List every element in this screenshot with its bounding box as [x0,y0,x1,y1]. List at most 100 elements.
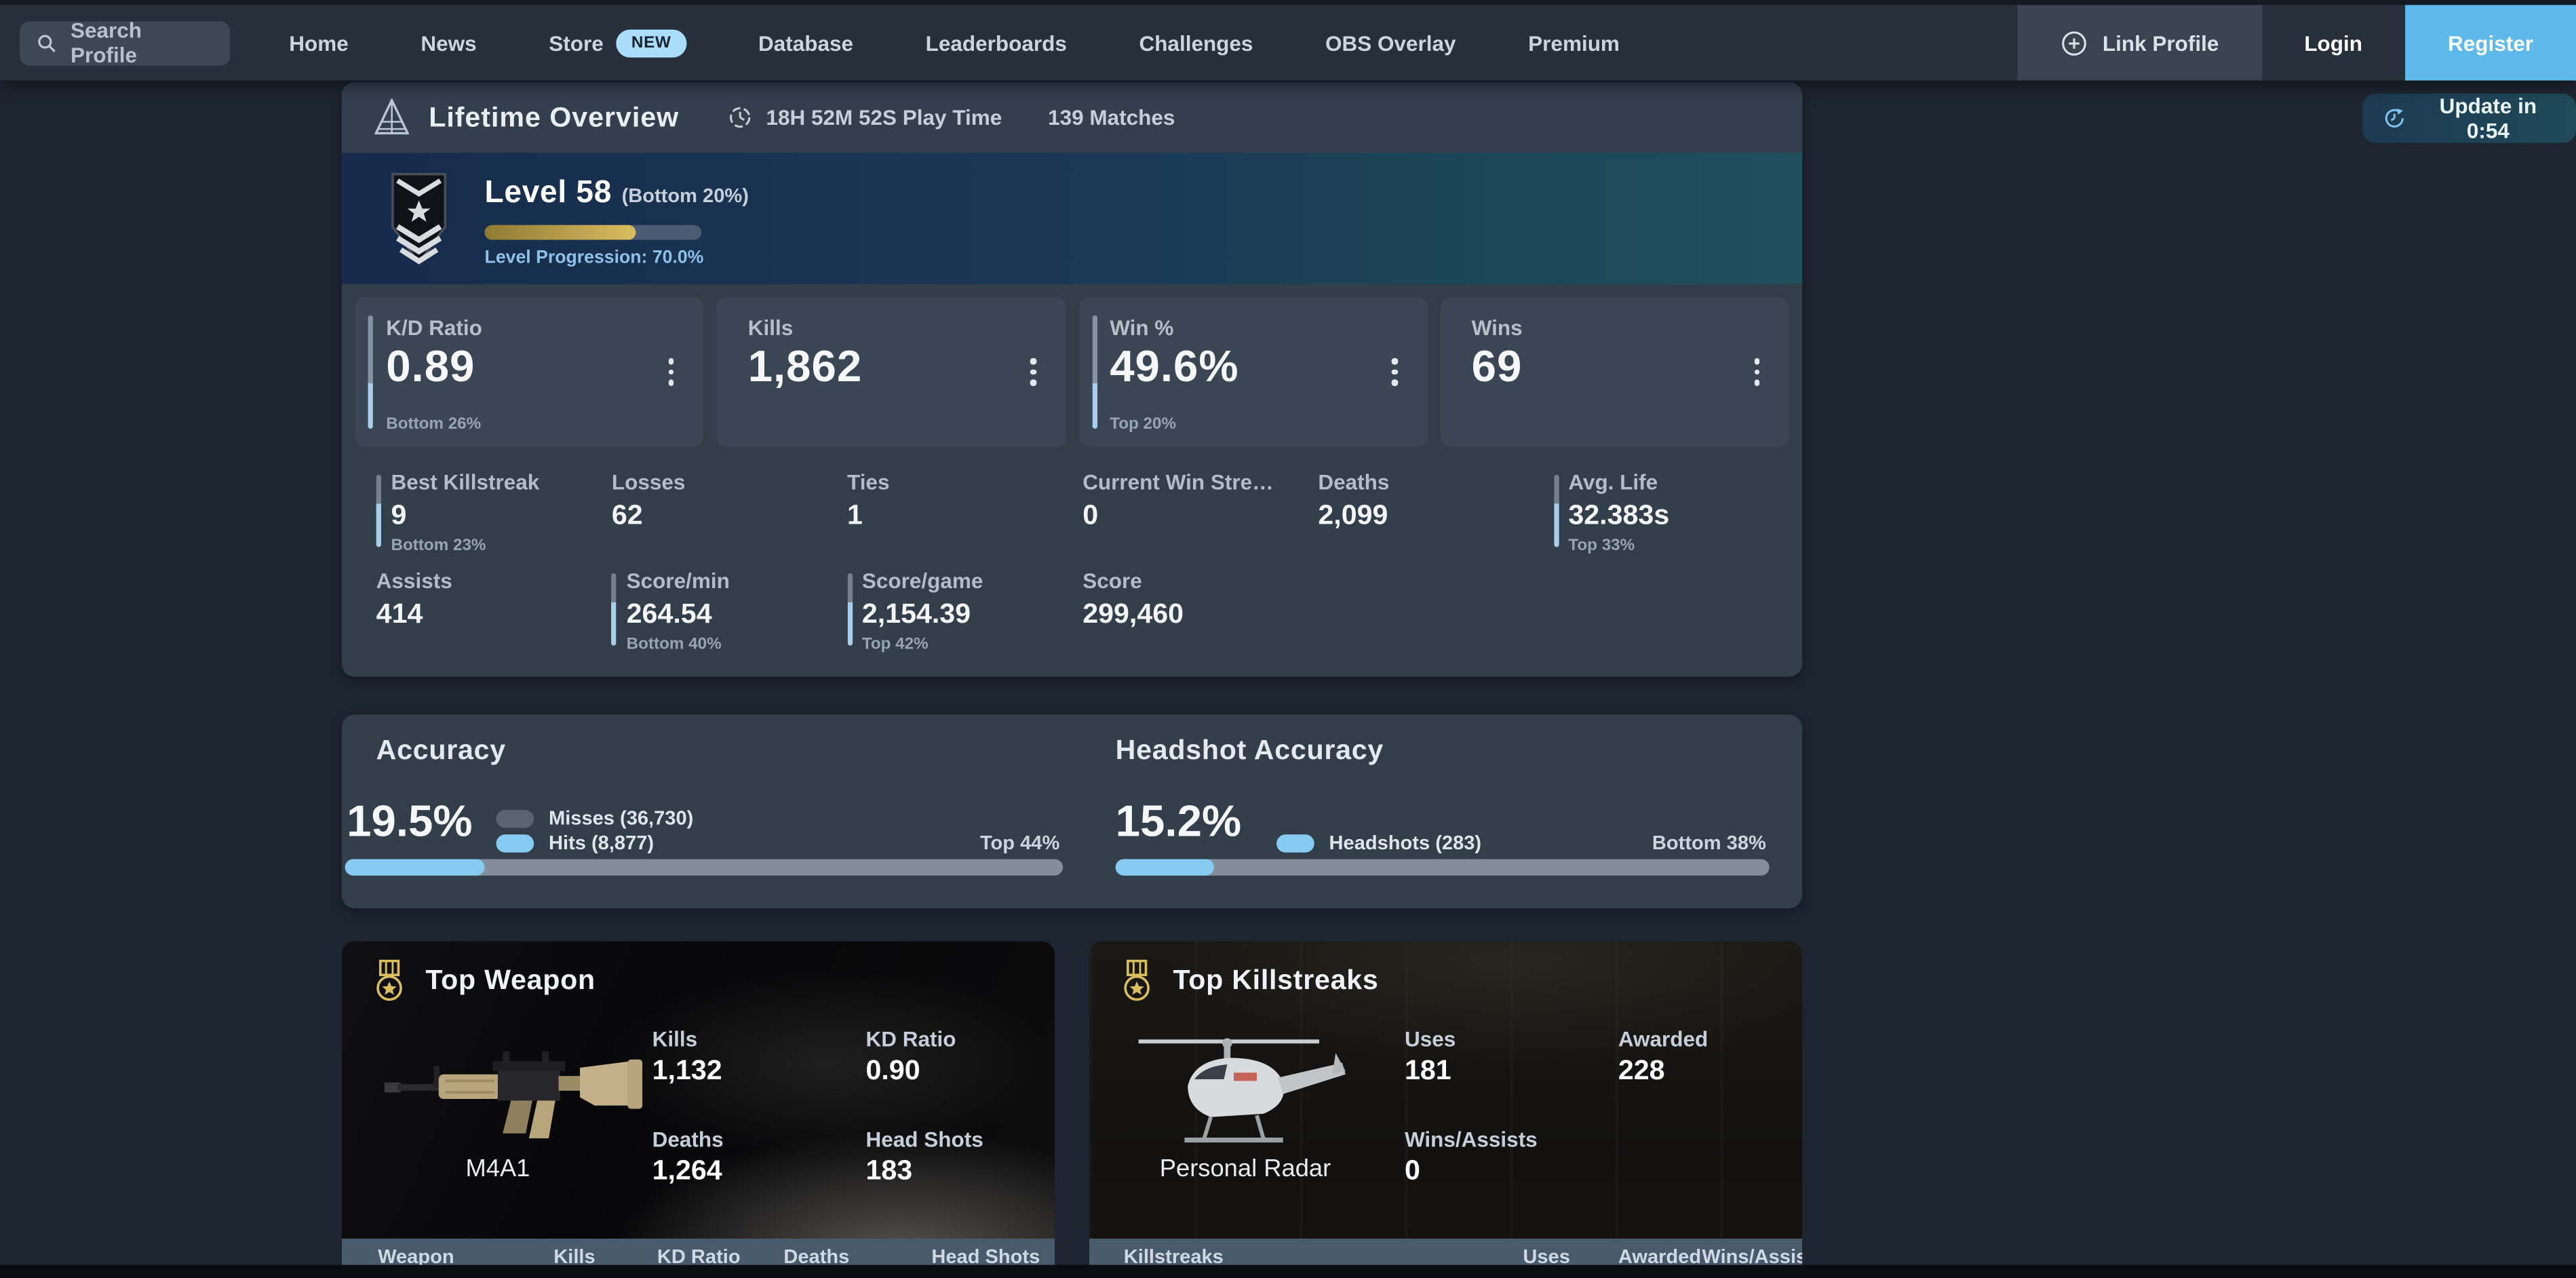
nav-item-obs-overlay[interactable]: OBS Overlay [1325,31,1456,55]
matches-label: 139 Matches [1048,105,1175,130]
top-navbar: Search Profile Home News Store NEW Datab… [0,5,2576,80]
link-profile-label: Link Profile [2103,31,2219,55]
headshot-bar-fill [1116,859,1215,875]
stat-value: 0.89 [386,340,680,393]
card-menu-button[interactable] [1023,351,1042,391]
nav-item-premium[interactable]: Premium [1528,31,1620,55]
stat-value: 62 [612,499,847,532]
stat-value: 183 [865,1155,1055,1187]
top-cards-row: Top Weapon [342,942,1802,1278]
level-banner: Level 58(Bottom 20%) Level Progression: … [342,153,1802,284]
card-menu-button[interactable] [662,351,681,391]
misses-legend-swatch [496,809,534,828]
top-killstreaks-title: Top Killstreaks [1173,964,1378,996]
stat-card-win-pct: Win % 49.6% Top 20% [1078,297,1427,446]
play-time: 18H 52M 52S Play Time [728,105,1002,130]
accuracy-title: Accuracy [376,734,506,767]
nav-label: Database [758,31,853,55]
play-time-label: 18H 52M 52S Play Time [766,105,1002,130]
stat-label: Wins [1472,315,1766,340]
page-title: Lifetime Overview [429,101,679,134]
login-label: Login [2304,31,2362,55]
legend-headshots: Headshots (283) [1276,831,1481,854]
nav-label: Leaderboards [926,31,1067,55]
percentile-accent-bar [368,315,373,429]
card-menu-button[interactable] [1386,351,1405,391]
weapon-stat-deaths: Deaths 1,264 [652,1127,866,1188]
stat-best-killstreak: Best Killstreak 9 Bottom 23% [376,470,612,562]
register-label: Register [2448,31,2533,55]
killstreak-personal-radar-image [1125,1024,1371,1168]
legend-label: Headshots (283) [1329,831,1482,854]
nav-left-group: Search Profile Home News Store NEW Datab… [0,5,1620,80]
new-badge: NEW [617,28,686,56]
stat-value: 9 [391,499,611,532]
legend-label: Misses (36,730) [549,807,693,830]
headshot-accuracy-section: Headshot Accuracy 15.2% Headshots (283) … [1116,714,1770,908]
nav-label: Home [289,31,349,55]
stat-label: KD Ratio [865,1027,1055,1051]
top-weapon-stats: Kills 1,132 KD Ratio 0.90 Deaths 1,264 H… [652,1027,1055,1188]
accuracy-bar-track [345,859,1063,875]
stat-label: Ties [847,470,1082,495]
medal-icon [1119,959,1155,1002]
stat-label: Avg. Life [1568,470,1789,495]
stat-label: Win % [1110,315,1404,340]
accuracy-panel: Accuracy 19.5% Misses (36,730) Hits (8,8… [342,714,1802,908]
nav-label: Premium [1528,31,1620,55]
stat-score: Score 299,460 [1082,568,1318,661]
lifetime-stats-body: K/D Ratio 0.89 Bottom 26% Kills 1,862 Wi… [342,284,1802,677]
stat-current-win-streak: Current Win Stre… 0 [1082,470,1318,562]
nav-item-database[interactable]: Database [758,31,853,55]
level-progress-track [485,225,702,240]
card-menu-button[interactable] [1747,351,1766,391]
killstreak-stat-awarded: Awarded 228 [1618,1027,1802,1088]
stat-losses: Losses 62 [612,470,847,562]
nav-label: News [421,31,476,55]
search-icon [36,32,57,53]
register-button[interactable]: Register [2405,5,2576,80]
nav-item-challenges[interactable]: Challenges [1139,31,1253,55]
main-content: Lifetime Overview 18H 52M 52S Play Time … [342,82,1802,1278]
login-button[interactable]: Login [2261,5,2405,80]
headshot-accuracy-value: 15.2% [1116,796,1241,847]
primary-stat-cards: K/D Ratio 0.89 Bottom 26% Kills 1,862 Wi… [355,297,1789,446]
matches-count: 139 Matches [1048,105,1175,130]
nav-item-home[interactable]: Home [289,31,349,55]
nav-item-news[interactable]: News [421,31,476,55]
stat-label: Deaths [1318,470,1553,495]
legend-label: Hits (8,877) [549,831,654,854]
update-timer-button[interactable]: Update in 0:54 [2362,94,2576,143]
percentile-accent-bar [612,573,617,646]
search-profile-input[interactable]: Search Profile [20,20,230,64]
level-label: Level 58 [485,176,612,210]
stat-label: Best Killstreak [391,470,611,495]
headshots-legend-swatch [1276,834,1314,852]
stat-value: 181 [1405,1055,1618,1087]
top-killstreaks-header: Top Killstreaks [1119,959,1379,1002]
search-placeholder: Search Profile [71,18,214,68]
stat-percentile: Bottom 40% [627,636,847,654]
link-profile-button[interactable]: Link Profile [2017,5,2261,80]
stat-card-kd-ratio: K/D Ratio 0.89 Bottom 26% [355,297,703,446]
percentile-accent-bar [1554,475,1559,547]
percentile-accent-bar [847,573,852,646]
stat-assists: Assists 414 [376,568,612,661]
stat-avg-life: Avg. Life 32.383s Top 33% [1554,470,1789,562]
stat-percentile: Top 33% [1568,537,1789,556]
stat-label: Assists [376,568,612,593]
stat-label: Deaths [652,1127,866,1151]
stat-label: Awarded [1618,1027,1802,1051]
stat-ties: Ties 1 [847,470,1082,562]
nav-item-store[interactable]: Store NEW [549,28,686,56]
headshot-accuracy-rank: Bottom 38% [1652,831,1766,854]
browser-viewport: Search Profile Home News Store NEW Datab… [0,0,2576,1278]
stat-value: 1,132 [652,1055,866,1087]
stat-value: 414 [376,598,612,630]
stat-value: 264.54 [627,598,847,630]
nav-item-leaderboards[interactable]: Leaderboards [926,31,1067,55]
nav-right-group: Link Profile Login Register [2017,5,2576,80]
stat-value: 228 [1618,1055,1802,1087]
nav-label: Store [549,31,604,55]
stat-label: Kills [748,315,1042,340]
